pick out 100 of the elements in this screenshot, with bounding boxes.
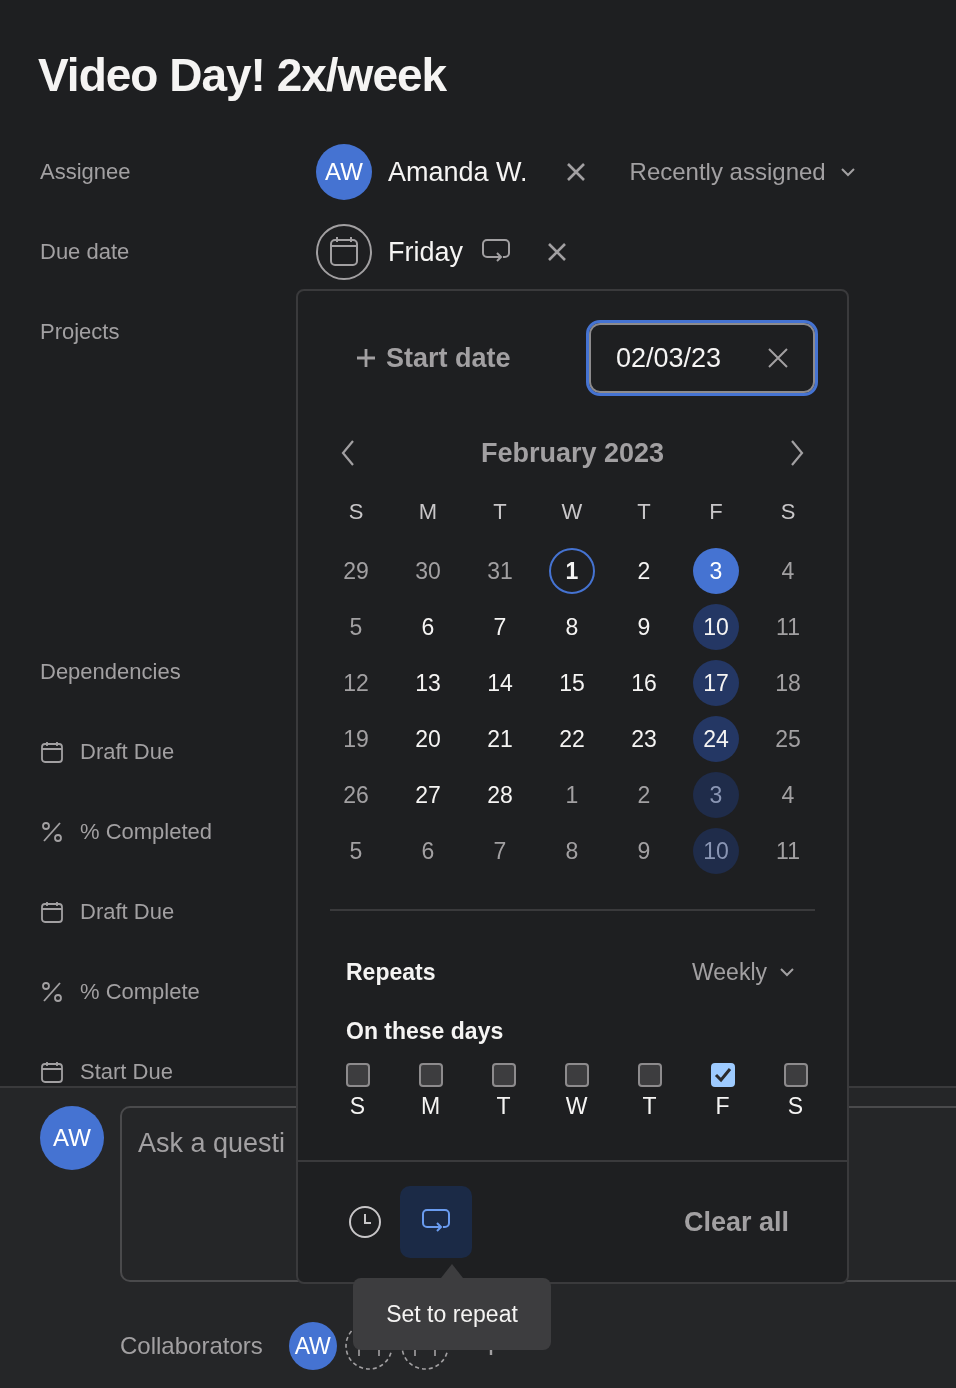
weekday-label: T [492,498,508,526]
calendar-day[interactable]: 10 [693,604,739,650]
field-label: Dependencies [40,659,181,685]
day-label: M [420,1093,441,1120]
calendar-day[interactable]: 7 [477,828,523,874]
calendar-day[interactable]: 11 [765,604,811,650]
calendar-day[interactable]: 16 [621,660,667,706]
previous-month-icon[interactable] [340,439,356,467]
calendar-day[interactable]: 26 [333,772,379,818]
calendar-day[interactable]: 4 [765,772,811,818]
start-date-button[interactable]: Start date [356,342,511,374]
chevron-down-icon [839,167,856,177]
calendar-day[interactable]: 4 [765,548,811,594]
calendar-day[interactable]: 19 [333,716,379,762]
calendar-day[interactable]: 23 [621,716,667,762]
weekday-label: F [708,498,724,526]
calendar-day[interactable]: 25 [765,716,811,762]
calendar-day[interactable]: 22 [549,716,595,762]
weekday-label: M [417,498,439,526]
day-checkbox[interactable] [564,1063,589,1087]
day-label: S [787,1093,804,1120]
calendar-day[interactable]: 1 [549,772,595,818]
calendar-day[interactable]: 8 [549,828,595,874]
calendar-day[interactable]: 6 [405,604,451,650]
field-label: Projects [40,319,120,345]
calendar-day[interactable]: 5 [333,604,379,650]
calendar-day[interactable]: 14 [477,660,523,706]
calendar-day[interactable]: 11 [765,828,811,874]
calendar-day[interactable]: 29 [333,548,379,594]
plus-icon [356,348,376,368]
day-checkbox[interactable] [345,1063,370,1087]
next-month-icon[interactable] [789,439,805,467]
days-label: On these days [345,1017,505,1046]
calendar-day[interactable]: 12 [333,660,379,706]
calendar-day[interactable]: 6 [405,828,451,874]
calendar-icon[interactable] [316,224,372,280]
recently-assigned-dropdown[interactable]: Recently assigned [629,158,856,186]
calendar-day[interactable]: 18 [765,660,811,706]
percent-icon [40,820,64,844]
calendar-day[interactable]: 15 [549,660,595,706]
collaborators-label: Collaborators [120,1332,263,1360]
field-label: Due date [40,239,130,265]
calendar-day[interactable]: 3 [693,548,739,594]
calendar-day[interactable]: 13 [405,660,451,706]
frequency-dropdown[interactable]: Weekly [692,958,795,986]
field-label: Draft Due [80,899,175,925]
calendar-day[interactable]: 2 [621,548,667,594]
tooltip: Set to repeat [353,1278,551,1350]
day-label: S [349,1093,366,1120]
calendar-day[interactable]: 17 [693,660,739,706]
calendar-day[interactable]: 8 [549,604,595,650]
field-label: Assignee [40,159,131,185]
clear-all-button[interactable]: Clear all [683,1206,789,1238]
weekday-label: T [636,498,652,526]
avatar: AW [40,1106,104,1170]
calendar-day[interactable]: 24 [693,716,739,762]
field-label: % Completed [80,819,213,845]
chevron-down-icon [779,967,795,977]
close-icon[interactable] [547,242,567,262]
weekday-label: W [560,498,584,526]
calendar-day[interactable]: 31 [477,548,523,594]
day-label: T [496,1093,511,1120]
calendar-day[interactable]: 5 [333,828,379,874]
field-label: Draft Due [80,739,175,765]
calendar-icon [40,1060,64,1084]
day-label: W [565,1093,588,1120]
day-checkbox[interactable] [710,1063,735,1087]
due-date-value[interactable]: Friday [388,236,463,268]
avatar[interactable]: AW [288,1322,337,1370]
calendar-day[interactable]: 7 [477,604,523,650]
repeats-label: Repeats [346,958,436,986]
day-checkbox[interactable] [418,1063,443,1087]
assignee-name[interactable]: Amanda W. [388,156,528,188]
weekday-label: S [779,498,797,526]
avatar[interactable]: AW [316,144,372,200]
calendar-icon [40,900,64,924]
calendar-day[interactable]: 30 [405,548,451,594]
calendar-day[interactable]: 28 [477,772,523,818]
calendar-day[interactable]: 9 [621,828,667,874]
day-label: T [642,1093,657,1120]
calendar-day[interactable]: 9 [621,604,667,650]
calendar-day[interactable]: 1 [549,548,595,594]
day-checkbox[interactable] [491,1063,516,1087]
task-title: Video Day! 2x/week [38,48,448,103]
calendar-day[interactable]: 20 [405,716,451,762]
close-icon[interactable] [565,162,586,182]
calendar-day[interactable]: 27 [405,772,451,818]
clock-icon[interactable] [348,1205,382,1239]
weekday-label: S [347,498,365,526]
calendar-icon [40,740,64,764]
calendar-day[interactable]: 3 [693,772,739,818]
calendar-day[interactable]: 21 [477,716,523,762]
calendar-day[interactable]: 2 [621,772,667,818]
calendar-day[interactable]: 10 [693,828,739,874]
day-checkbox[interactable] [783,1063,808,1087]
day-checkbox[interactable] [637,1063,662,1087]
due-date-field[interactable]: 02/03/23 [586,320,818,396]
repeat-button[interactable] [400,1186,472,1258]
day-label: F [715,1093,730,1120]
close-icon[interactable] [767,347,789,369]
